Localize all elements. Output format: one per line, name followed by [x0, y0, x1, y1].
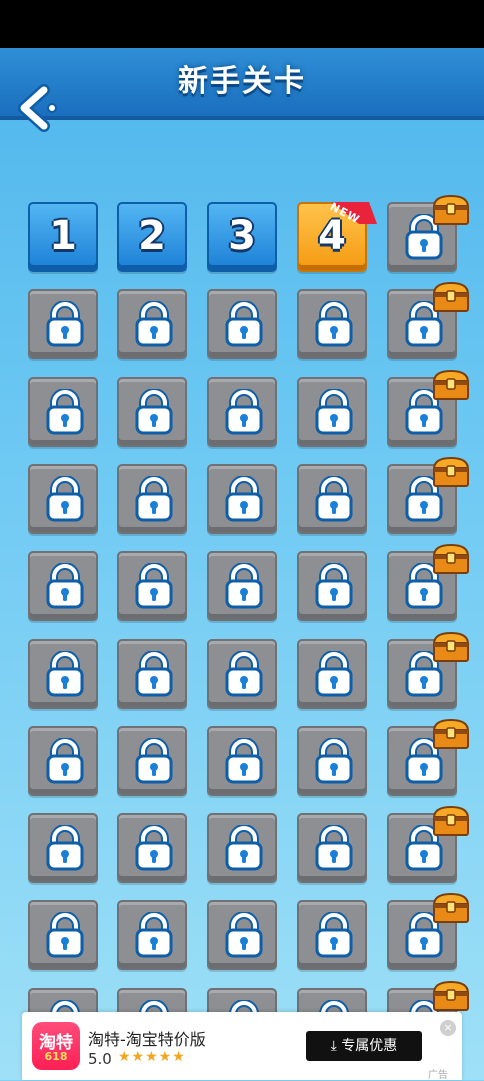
lock-icon — [225, 388, 263, 435]
level-tile-locked[interactable] — [207, 551, 277, 621]
lock-icon — [135, 562, 173, 609]
level-tile-locked[interactable] — [207, 900, 277, 970]
lock-icon — [225, 562, 263, 609]
lock-icon — [135, 300, 173, 347]
level-tile-locked[interactable] — [207, 377, 277, 447]
level-tile-locked[interactable] — [117, 289, 187, 359]
level-tile-locked[interactable] — [117, 639, 187, 709]
level-tile-locked[interactable] — [297, 289, 367, 359]
level-tile-locked[interactable] — [28, 813, 98, 883]
download-icon: ⤓ — [330, 1038, 342, 1054]
level-tile-locked[interactable] — [207, 639, 277, 709]
lock-icon — [135, 388, 173, 435]
lock-icon — [135, 824, 173, 871]
back-button[interactable] — [14, 84, 58, 132]
level-tile-locked[interactable] — [297, 464, 367, 534]
lock-icon — [135, 911, 173, 958]
lock-icon — [315, 388, 353, 435]
lock-icon — [315, 911, 353, 958]
level-tile-locked[interactable] — [28, 377, 98, 447]
level-number: 1 — [49, 213, 77, 259]
ad-rating: 5.0 — [88, 1050, 112, 1068]
treasure-chest-icon — [431, 892, 471, 924]
lock-icon — [315, 475, 353, 522]
level-tile-locked[interactable] — [117, 377, 187, 447]
ad-app-name[interactable]: 淘特-淘宝特价版 — [88, 1026, 206, 1050]
ad-close-button[interactable]: × — [440, 1020, 456, 1036]
level-tile-locked[interactable] — [28, 464, 98, 534]
ad-button-label: 专属优惠 — [341, 1038, 398, 1054]
level-tile-locked[interactable] — [207, 726, 277, 796]
lock-icon — [46, 650, 84, 697]
level-tile-locked[interactable] — [28, 289, 98, 359]
level-tile-locked[interactable] — [297, 377, 367, 447]
level-tile-locked[interactable] — [297, 900, 367, 970]
header-bar: 新手关卡 — [0, 48, 484, 120]
lock-icon — [315, 300, 353, 347]
level-number: 3 — [228, 213, 256, 259]
lock-icon — [315, 824, 353, 871]
lock-icon — [225, 911, 263, 958]
treasure-chest-icon — [431, 194, 471, 226]
treasure-chest-icon — [431, 980, 471, 1012]
ad-tag: 广告 — [428, 1070, 448, 1081]
lock-icon — [135, 475, 173, 522]
level-tile-locked[interactable] — [28, 551, 98, 621]
level-tile-locked[interactable] — [117, 900, 187, 970]
lock-icon — [225, 824, 263, 871]
ad-app-icon-sub: 618 — [44, 1050, 68, 1063]
treasure-chest-icon — [431, 456, 471, 488]
level-tile-locked[interactable] — [207, 464, 277, 534]
level-tile[interactable]: 1 — [28, 202, 98, 272]
level-tile[interactable]: 3 — [207, 202, 277, 272]
level-tile-locked[interactable] — [117, 813, 187, 883]
lock-icon — [225, 650, 263, 697]
level-tile-locked[interactable] — [28, 639, 98, 709]
level-tile-locked[interactable] — [297, 726, 367, 796]
lock-icon — [135, 650, 173, 697]
page-title: 新手关卡 — [178, 64, 306, 99]
lock-icon — [46, 737, 84, 784]
back-chevron-icon — [18, 84, 57, 132]
level-tile-locked[interactable] — [117, 726, 187, 796]
lock-icon — [46, 911, 84, 958]
level-tile-locked[interactable] — [28, 900, 98, 970]
ad-app-icon[interactable]: 淘特 618 — [32, 1022, 80, 1070]
lock-icon — [315, 562, 353, 609]
treasure-chest-icon — [431, 369, 471, 401]
lock-icon — [46, 300, 84, 347]
level-tile-locked[interactable] — [207, 289, 277, 359]
lock-icon — [315, 737, 353, 784]
level-tile-locked[interactable] — [297, 813, 367, 883]
status-bar — [0, 0, 484, 48]
lock-icon — [225, 737, 263, 784]
treasure-chest-icon — [431, 543, 471, 575]
lock-icon — [46, 388, 84, 435]
level-tile-locked[interactable] — [297, 639, 367, 709]
level-tile-locked[interactable] — [117, 464, 187, 534]
ad-banner[interactable]: 淘特 618 淘特-淘宝特价版 5.0 ★★★★★ ⤓ 专属优惠 × 广告 — [22, 1012, 462, 1081]
treasure-chest-icon — [431, 718, 471, 750]
level-tile-locked[interactable] — [297, 551, 367, 621]
level-tile[interactable]: 2 — [117, 202, 187, 272]
treasure-chest-icon — [431, 805, 471, 837]
ad-stars: ★★★★★ — [118, 1049, 186, 1065]
level-tile-locked[interactable] — [117, 551, 187, 621]
lock-icon — [225, 475, 263, 522]
lock-icon — [225, 300, 263, 347]
lock-icon — [46, 475, 84, 522]
lock-icon — [46, 562, 84, 609]
level-tile-locked[interactable] — [28, 726, 98, 796]
lock-icon — [315, 650, 353, 697]
lock-icon — [46, 824, 84, 871]
treasure-chest-icon — [431, 631, 471, 663]
lock-icon — [135, 737, 173, 784]
ad-download-button[interactable]: ⤓ 专属优惠 — [306, 1031, 422, 1061]
level-tile-locked[interactable] — [207, 813, 277, 883]
treasure-chest-icon — [431, 281, 471, 313]
level-number: 2 — [138, 213, 166, 259]
